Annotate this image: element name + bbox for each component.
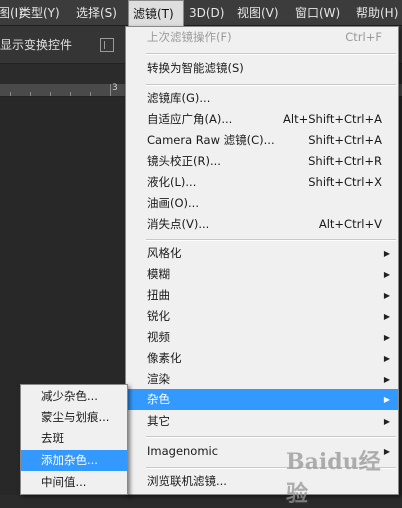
submenu-arrow-icon: ▶ xyxy=(383,395,390,404)
menu-type[interactable]: 类型(Y) xyxy=(19,0,60,26)
menu-separator xyxy=(146,84,396,86)
menu-window[interactable]: 窗口(W) xyxy=(295,0,340,26)
menu-item-lens-correction[interactable]: 镜头校正(R)... Shift+Ctrl+R xyxy=(126,151,398,172)
menu-item-oil-paint[interactable]: 油画(O)... xyxy=(126,193,398,214)
ruler-number: 3 xyxy=(112,83,118,93)
submenu-arrow-icon: ▶ xyxy=(383,354,390,363)
menu-3d[interactable]: 3D(D) xyxy=(189,0,224,26)
menu-item-camera-raw[interactable]: Camera Raw 滤镜(C)... Shift+Ctrl+A xyxy=(126,130,398,151)
shortcut: Shift+Ctrl+R xyxy=(308,154,382,168)
menu-item-vanishing-point[interactable]: 消失点(V)... Alt+Ctrl+V xyxy=(126,214,398,235)
align-icon[interactable] xyxy=(100,38,114,52)
menu-bar: 图(I) 类型(Y) 选择(S) 滤镜(T) 3D(D) 视图(V) 窗口(W)… xyxy=(0,0,402,26)
menu-item-distort[interactable]: 扭曲 ▶ xyxy=(126,285,398,306)
menu-item-last-filter: 上次滤镜操作(F) Ctrl+F xyxy=(126,27,398,48)
submenu-item-dust-scratches[interactable]: 蒙尘与划痕... xyxy=(21,407,127,428)
menu-item-pixelate[interactable]: 像素化 ▶ xyxy=(126,348,398,369)
submenu-item-despeckle[interactable]: 去斑 xyxy=(21,428,127,449)
menu-item-adaptive-wide-angle[interactable]: 自适应广角(A)... Alt+Shift+Ctrl+A xyxy=(126,109,398,130)
submenu-arrow-icon: ▶ xyxy=(383,249,390,258)
submenu-item-reduce-noise[interactable]: 减少杂色... xyxy=(21,386,127,407)
shortcut: Ctrl+F xyxy=(345,30,382,44)
menu-item-blur[interactable]: 模糊 ▶ xyxy=(126,264,398,285)
menu-select[interactable]: 选择(S) xyxy=(76,0,117,26)
noise-submenu: 减少杂色... 蒙尘与划痕... 去斑 添加杂色... 中间值... xyxy=(20,384,128,495)
shortcut: Alt+Ctrl+V xyxy=(318,217,382,231)
menu-view[interactable]: 视图(V) xyxy=(237,0,279,26)
menu-item-render[interactable]: 渲染 ▶ xyxy=(126,369,398,390)
menu-item-noise[interactable]: 杂色 ▶ xyxy=(126,389,398,410)
menu-filter[interactable]: 滤镜(T) xyxy=(128,0,184,26)
menu-item-other[interactable]: 其它 ▶ xyxy=(126,411,398,432)
menu-item-stylize[interactable]: 风格化 ▶ xyxy=(126,243,398,264)
menu-separator xyxy=(146,436,396,438)
shortcut: Shift+Ctrl+X xyxy=(308,175,382,189)
menu-item-video[interactable]: 视频 ▶ xyxy=(126,327,398,348)
menu-item-liquify[interactable]: 液化(L)... Shift+Ctrl+X xyxy=(126,172,398,193)
menu-item-filter-gallery[interactable]: 滤镜库(G)... xyxy=(126,88,398,109)
submenu-arrow-icon: ▶ xyxy=(383,417,390,426)
menu-separator xyxy=(146,239,396,241)
submenu-arrow-icon: ▶ xyxy=(383,270,390,279)
submenu-item-median[interactable]: 中间值... xyxy=(21,472,127,493)
submenu-item-add-noise[interactable]: 添加杂色... xyxy=(21,450,127,471)
shortcut: Shift+Ctrl+A xyxy=(308,133,382,147)
filter-menu: 上次滤镜操作(F) Ctrl+F 转换为智能滤镜(S) 滤镜库(G)... 自适应… xyxy=(125,26,399,495)
show-transform-controls-label[interactable]: 显示变换控件 xyxy=(0,26,72,64)
submenu-arrow-icon: ▶ xyxy=(383,333,390,342)
menu-help[interactable]: 帮助(H) xyxy=(356,0,398,26)
submenu-arrow-icon: ▶ xyxy=(383,291,390,300)
submenu-arrow-icon: ▶ xyxy=(383,312,390,321)
menu-separator xyxy=(146,53,396,55)
watermark: Baidu经验 xyxy=(286,449,381,507)
shortcut: Alt+Shift+Ctrl+A xyxy=(283,112,382,126)
menu-item-sharpen[interactable]: 锐化 ▶ xyxy=(126,306,398,327)
menu-item-convert-smart-filter[interactable]: 转换为智能滤镜(S) xyxy=(126,58,398,79)
submenu-arrow-icon: ▶ xyxy=(383,375,390,384)
